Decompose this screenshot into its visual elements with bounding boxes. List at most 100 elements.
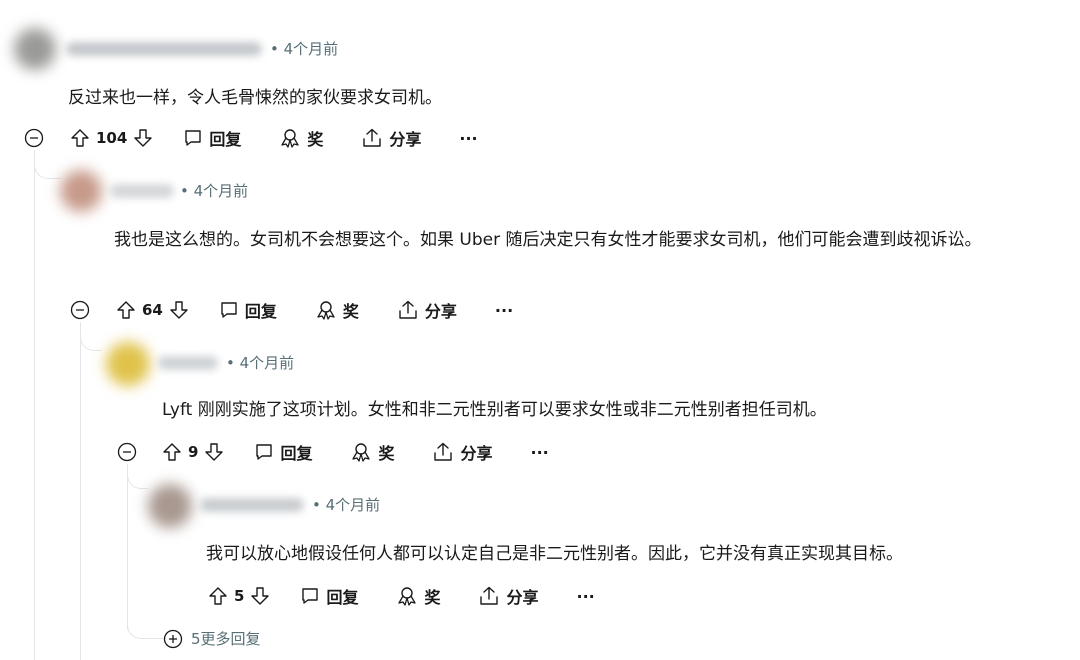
bullet-separator: • (226, 354, 235, 372)
reply-button[interactable]: 回复 (254, 440, 312, 464)
more-replies-label: 5更多回复 (191, 630, 261, 648)
more-icon: ··· (576, 586, 595, 606)
more-options-button[interactable]: ··· (576, 587, 594, 606)
bullet-separator: • (270, 40, 279, 58)
collapse-icon (70, 300, 90, 320)
comment-meta: • 4个月前 (312, 494, 380, 515)
share-label: 分享 (424, 302, 457, 321)
downvote-icon (205, 443, 224, 461)
collapse-button[interactable] (70, 300, 90, 320)
upvote-button[interactable] (162, 442, 182, 462)
username[interactable] (66, 42, 262, 56)
award-label: 奖 (378, 444, 395, 463)
reply-button[interactable]: 回复 (183, 126, 241, 150)
comment-meta: • 4个月前 (180, 180, 248, 201)
action-bar: 104 回复 奖 分享 ··· (70, 122, 478, 154)
timestamp: 4个月前 (193, 182, 249, 200)
vote-count: 9 (188, 443, 199, 461)
share-button[interactable]: 分享 (432, 440, 492, 464)
award-label: 奖 (424, 588, 441, 607)
award-button[interactable]: 奖 (350, 440, 394, 464)
vote-count: 104 (96, 129, 128, 147)
award-icon (398, 587, 417, 606)
username[interactable] (158, 356, 218, 370)
reply-button[interactable]: 回复 (219, 298, 277, 322)
comment-icon (221, 302, 237, 318)
reply-label: 回复 (209, 130, 242, 149)
comment-icon (185, 130, 202, 146)
reply-label: 回复 (244, 302, 277, 321)
upvote-button[interactable] (208, 586, 228, 606)
avatar[interactable] (60, 170, 102, 212)
username[interactable] (200, 498, 304, 512)
collapse-icon (24, 128, 44, 148)
award-icon (281, 129, 299, 148)
share-icon (399, 300, 417, 319)
comment-body: 我可以放心地假设任何人都可以认定自己是非二元性别者。因此，它并没有真正实现其目标… (206, 544, 903, 564)
action-bar: 64 回复 奖 分享 ··· (116, 294, 513, 326)
share-icon (480, 586, 499, 605)
share-label: 分享 (389, 130, 422, 149)
comment-meta: • 4个月前 (226, 352, 294, 373)
downvote-button[interactable] (133, 128, 153, 148)
award-label: 奖 (342, 302, 359, 321)
collapse-button[interactable] (24, 128, 44, 148)
bullet-separator: • (180, 182, 189, 200)
downvote-button[interactable] (204, 442, 224, 462)
reply-label: 回复 (326, 588, 359, 607)
downvote-icon (251, 587, 270, 605)
more-options-button[interactable]: ··· (459, 129, 477, 148)
avatar[interactable] (106, 342, 150, 386)
upvote-icon (163, 443, 181, 461)
expand-icon (163, 629, 183, 648)
vote-count: 64 (142, 301, 163, 319)
timestamp: 4个月前 (325, 496, 381, 514)
award-icon (352, 443, 371, 462)
avatar[interactable] (148, 484, 192, 528)
award-icon (317, 301, 335, 320)
comment-meta: • 4个月前 (270, 38, 338, 59)
bullet-separator: • (312, 496, 321, 514)
vote-count: 5 (234, 587, 245, 605)
timestamp: 4个月前 (283, 40, 339, 58)
more-replies-link[interactable]: 5更多回复 (163, 628, 261, 649)
comment-body: Lyft 刚刚实施了这项计划。女性和非二元性别者可以要求女性或非二元性别者担任司… (162, 400, 827, 420)
share-label: 分享 (506, 588, 539, 607)
upvote-button[interactable] (116, 300, 136, 320)
comment-icon (256, 444, 273, 460)
timestamp: 4个月前 (239, 354, 295, 372)
comment-body: 我也是这么想的。女司机不会想要这个。如果 Uber 随后决定只有女性才能要求女司… (114, 230, 982, 250)
share-button[interactable]: 分享 (478, 584, 538, 608)
more-icon: ··· (459, 128, 478, 148)
collapse-icon (117, 442, 137, 462)
more-options-button[interactable]: ··· (530, 443, 548, 462)
award-button[interactable]: 奖 (315, 298, 359, 322)
downvote-icon (170, 301, 188, 319)
username[interactable] (110, 184, 174, 198)
more-icon: ··· (494, 300, 514, 320)
upvote-icon (71, 129, 89, 147)
share-icon (434, 442, 453, 461)
share-label: 分享 (460, 444, 493, 463)
more-icon: ··· (530, 442, 549, 462)
comment-icon (302, 588, 319, 604)
reply-label: 回复 (280, 444, 313, 463)
award-button[interactable]: 奖 (396, 584, 440, 608)
more-options-button[interactable]: ··· (495, 301, 513, 320)
share-button[interactable]: 分享 (361, 126, 421, 150)
action-bar: 5 回复 奖 分享 ··· (208, 580, 595, 612)
reply-button[interactable]: 回复 (300, 584, 358, 608)
upvote-icon (209, 587, 227, 605)
downvote-button[interactable] (169, 300, 189, 320)
collapse-button[interactable] (117, 442, 137, 462)
action-bar: 9 回复 奖 分享 ··· (162, 436, 549, 468)
downvote-button[interactable] (250, 586, 270, 606)
share-button[interactable]: 分享 (397, 298, 457, 322)
upvote-icon (117, 301, 135, 319)
share-icon (363, 128, 382, 147)
upvote-button[interactable] (70, 128, 90, 148)
award-button[interactable]: 奖 (279, 126, 323, 150)
avatar[interactable] (14, 28, 56, 70)
downvote-icon (134, 129, 153, 147)
award-label: 奖 (307, 130, 324, 149)
